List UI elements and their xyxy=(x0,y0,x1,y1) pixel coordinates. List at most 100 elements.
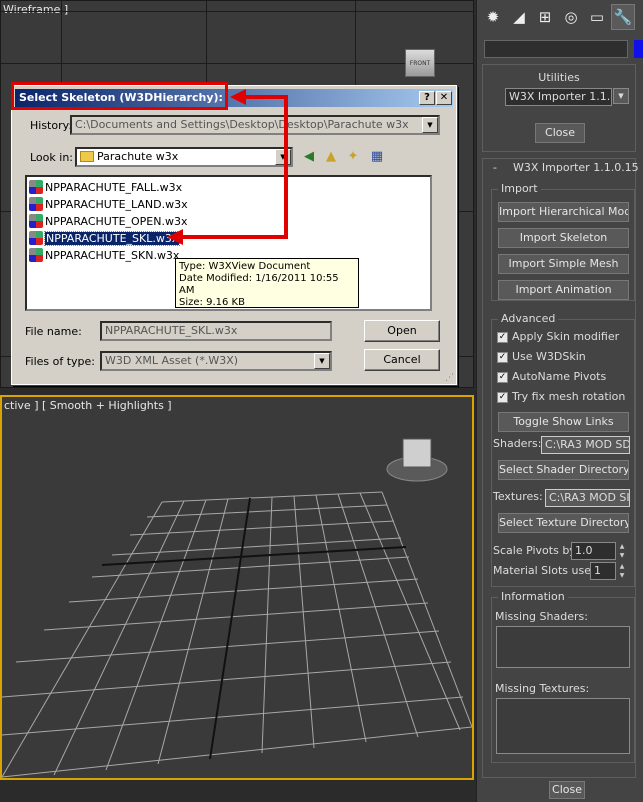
modify-icon[interactable]: ◢ xyxy=(507,4,531,30)
scale-pivots-label: Scale Pivots by: xyxy=(493,544,579,557)
perspective-viewport[interactable]: ctive ] [ Smooth + Highlights ] xyxy=(0,395,474,780)
material-slots-spinner[interactable]: ▲ ▼ xyxy=(618,562,626,580)
chevron-down-icon[interactable]: ▼ xyxy=(613,88,629,104)
file-name: NPPARACHUTE_LAND.w3x xyxy=(45,197,188,211)
apply-skin-checkbox[interactable]: ✓ xyxy=(497,332,508,343)
toggle-show-links-button[interactable]: Toggle Show Links xyxy=(498,412,629,432)
importer-rollout-title[interactable]: W3X Importer 1.1.0.15 xyxy=(513,161,639,174)
list-item[interactable]: NPPARACHUTE_FALL.w3x xyxy=(29,179,182,195)
command-panel-tabs: ✹ ◢ ⊞ ◎ ▭ 🔧 xyxy=(477,4,643,34)
view-menu-icon[interactable]: ▦ xyxy=(369,149,385,165)
hierarchy-icon[interactable]: ⊞ xyxy=(533,4,557,30)
shaders-path-field[interactable]: C:\RA3 MOD SD xyxy=(541,436,630,454)
grid-line xyxy=(1,11,473,12)
list-item[interactable]: NPPARACHUTE_OPEN.w3x xyxy=(29,213,188,229)
help-button[interactable]: ? xyxy=(419,91,435,105)
history-label: History: xyxy=(30,119,73,132)
object-name-field[interactable] xyxy=(484,40,628,58)
filename-input[interactable]: NPPARACHUTE_SKL.w3x xyxy=(100,321,332,341)
grid-line xyxy=(1,63,473,64)
information-group-title: Information xyxy=(498,590,568,603)
cancel-button[interactable]: Cancel xyxy=(364,349,440,371)
autoname-pivots-checkbox[interactable]: ✓ xyxy=(497,372,508,383)
filename-label: File name: xyxy=(25,325,82,338)
material-slots-input[interactable]: 1 xyxy=(590,562,616,580)
new-folder-icon[interactable]: ✦ xyxy=(345,149,361,165)
autoname-pivots-label: AutoName Pivots xyxy=(512,370,607,383)
tooltip-modified: Date Modified: 1/16/2011 10:55 AM xyxy=(179,273,339,296)
tooltip-type: Type: W3XView Document xyxy=(179,261,311,272)
create-icon[interactable]: ✹ xyxy=(481,4,505,30)
annotation-arrow-line xyxy=(181,235,288,239)
top-viewport-label[interactable]: Wireframe ] xyxy=(1,1,70,18)
perspective-grid xyxy=(2,438,472,778)
utilities-rollout: Utilities W3X Importer 1.1.0. ▼ Close xyxy=(482,64,636,152)
annotation-highlight-box xyxy=(11,82,228,110)
import-group: Import Import Hierarchical Model Import … xyxy=(491,182,635,301)
utilities-close-button[interactable]: Close xyxy=(535,123,585,143)
chevron-down-icon[interactable]: ▼ xyxy=(314,353,330,369)
information-group: Information Missing Shaders: Missing Tex… xyxy=(491,590,635,763)
dialog-close-button[interactable]: ✕ xyxy=(436,91,452,105)
import-animation-button[interactable]: Import Animation xyxy=(498,280,629,300)
select-texture-directory-button[interactable]: Select Texture Directory xyxy=(498,513,629,533)
fix-mesh-rotation-label: Try fix mesh rotation xyxy=(512,390,626,403)
history-value: C:\Documents and Settings\Desktop\Deskto… xyxy=(75,118,409,131)
object-color-swatch[interactable] xyxy=(634,40,643,58)
filetype-combo[interactable]: W3D XML Asset (*.W3X) ▼ xyxy=(100,351,332,371)
scale-pivots-spinner[interactable]: ▲ ▼ xyxy=(618,542,626,560)
import-skeleton-button[interactable]: Import Skeleton xyxy=(498,228,629,248)
history-combo[interactable]: C:\Documents and Settings\Desktop\Deskto… xyxy=(70,115,440,135)
back-icon[interactable]: ◀ xyxy=(301,149,317,165)
w3x-file-icon xyxy=(29,214,43,228)
advanced-group: Advanced ✓ Apply Skin modifier ✓ Use W3D… xyxy=(491,312,635,587)
missing-shaders-label: Missing Shaders: xyxy=(495,610,588,623)
w3x-file-icon xyxy=(29,248,43,262)
chevron-down-icon[interactable]: ▼ xyxy=(275,149,291,165)
display-icon[interactable]: ▭ xyxy=(585,4,609,30)
missing-textures-label: Missing Textures: xyxy=(495,682,590,695)
command-panel: ✹ ◢ ⊞ ◎ ▭ 🔧 Utilities W3X Importer 1.1.0… xyxy=(476,0,643,802)
import-group-title: Import xyxy=(498,182,541,195)
chevron-down-icon[interactable]: ▼ xyxy=(422,117,438,133)
list-item[interactable]: NPPARACHUTE_SKN.w3x xyxy=(29,247,179,263)
file-name: NPPARACHUTE_SKN.w3x xyxy=(45,248,180,262)
file-name: NPPARACHUTE_FALL.w3x xyxy=(45,180,183,194)
annotation-arrowhead-icon xyxy=(167,229,183,245)
w3x-importer-rollout: - W3X Importer 1.1.0.15 Import Import Hi… xyxy=(482,158,639,778)
filetype-value: W3D XML Asset (*.W3X) xyxy=(105,354,239,367)
open-button[interactable]: Open xyxy=(364,320,440,342)
use-w3dskin-label: Use W3DSkin xyxy=(512,350,586,363)
rollout-collapse-toggle[interactable]: - xyxy=(493,161,497,174)
import-hierarchical-model-button[interactable]: Import Hierarchical Model xyxy=(498,202,629,222)
textures-label: Textures: xyxy=(493,490,543,503)
w3x-file-icon xyxy=(29,180,43,194)
utilities-icon[interactable]: 🔧 xyxy=(611,4,635,30)
viewcube[interactable]: FRONT xyxy=(405,49,435,77)
advanced-group-title: Advanced xyxy=(498,312,559,325)
up-folder-icon[interactable]: ▲ xyxy=(323,149,339,165)
w3x-file-icon xyxy=(29,231,43,245)
annotation-arrow-line xyxy=(244,95,288,99)
list-item[interactable]: NPPARACHUTE_LAND.w3x xyxy=(29,196,188,212)
file-name: NPPARACHUTE_SKL.w3x xyxy=(43,230,181,246)
import-simple-mesh-button[interactable]: Import Simple Mesh xyxy=(498,254,629,274)
missing-textures-list[interactable] xyxy=(496,698,630,754)
textures-path-field[interactable]: C:\RA3 MOD SI xyxy=(545,489,630,507)
bottom-close-button[interactable]: Close xyxy=(549,781,585,799)
missing-shaders-list[interactable] xyxy=(496,626,630,668)
use-w3dskin-checkbox[interactable]: ✓ xyxy=(497,352,508,363)
lookin-label: Look in: xyxy=(30,151,73,164)
select-shader-directory-button[interactable]: Select Shader Directory xyxy=(498,460,629,480)
motion-icon[interactable]: ◎ xyxy=(559,4,583,30)
resize-grip-icon[interactable]: ⋰ xyxy=(445,373,454,383)
scale-pivots-input[interactable]: 1.0 xyxy=(571,542,616,560)
w3x-file-icon xyxy=(29,197,43,211)
lookin-combo[interactable]: Parachute w3x ▼ xyxy=(75,147,293,167)
file-name: NPPARACHUTE_OPEN.w3x xyxy=(45,214,188,228)
annotation-arrow-line xyxy=(284,95,288,239)
utility-select[interactable]: W3X Importer 1.1.0. xyxy=(505,88,612,106)
list-item-selected[interactable]: NPPARACHUTE_SKL.w3x xyxy=(29,230,181,246)
shaders-label: Shaders: xyxy=(493,437,542,450)
fix-mesh-rotation-checkbox[interactable]: ✓ xyxy=(497,392,508,403)
